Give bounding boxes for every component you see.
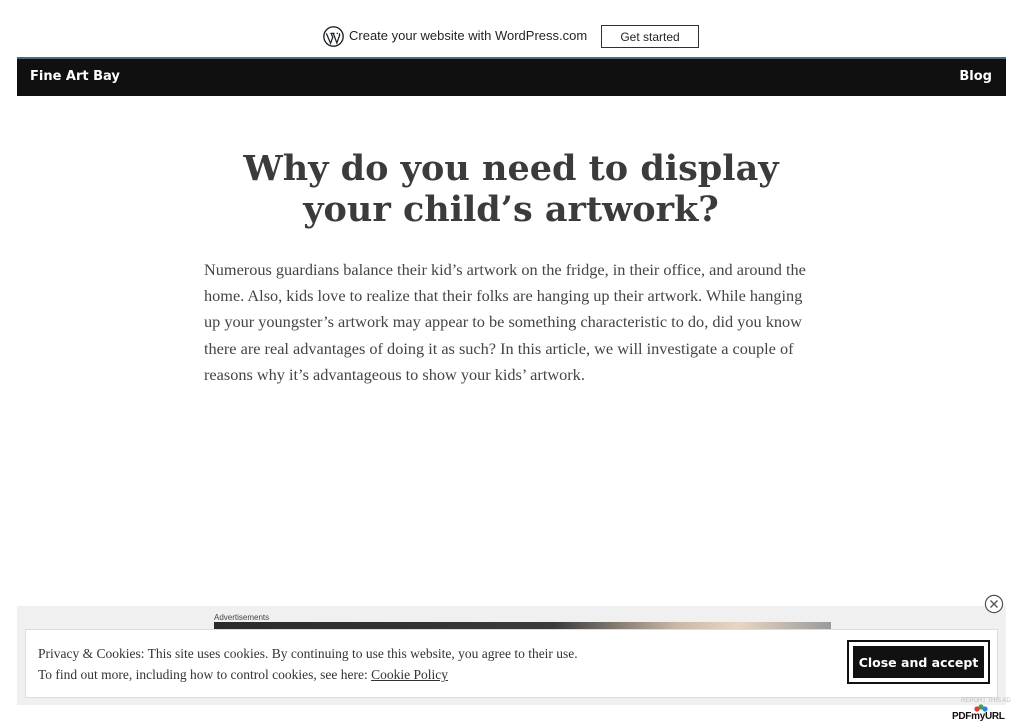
- wordpress-promo-bar: Create your website with WordPress.com G…: [0, 0, 1024, 57]
- cookie-notice-text: Privacy & Cookies: This site uses cookie…: [38, 646, 578, 661]
- promo-text: Create your website with WordPress.com: [349, 28, 588, 43]
- article-body: Numerous guardians balance their kid’s a…: [204, 260, 806, 384]
- article-title: Why do you need to display your child’s …: [243, 148, 779, 230]
- cookie-policy-prefix: To find out more, including how to contr…: [38, 667, 372, 682]
- nav-blog-link[interactable]: Blog: [959, 69, 992, 84]
- pdfmyurl-badge[interactable]: PDFmyURL: [952, 711, 1005, 722]
- get-started-button[interactable]: Get started: [601, 25, 699, 48]
- cookie-policy-line: To find out more, including how to contr…: [38, 667, 448, 683]
- advertisements-label: Advertisements: [214, 613, 270, 622]
- wordpress-logo-icon[interactable]: [323, 26, 344, 47]
- close-and-accept-button[interactable]: Close and accept: [847, 640, 990, 684]
- close-circle-icon[interactable]: [984, 594, 1004, 614]
- cookie-policy-link[interactable]: Cookie Policy: [371, 667, 448, 682]
- site-title[interactable]: Fine Art Bay: [30, 69, 120, 84]
- site-header: Fine Art Bay Blog: [17, 57, 1006, 96]
- cookie-banner: Privacy & Cookies: This site uses cookie…: [25, 629, 998, 698]
